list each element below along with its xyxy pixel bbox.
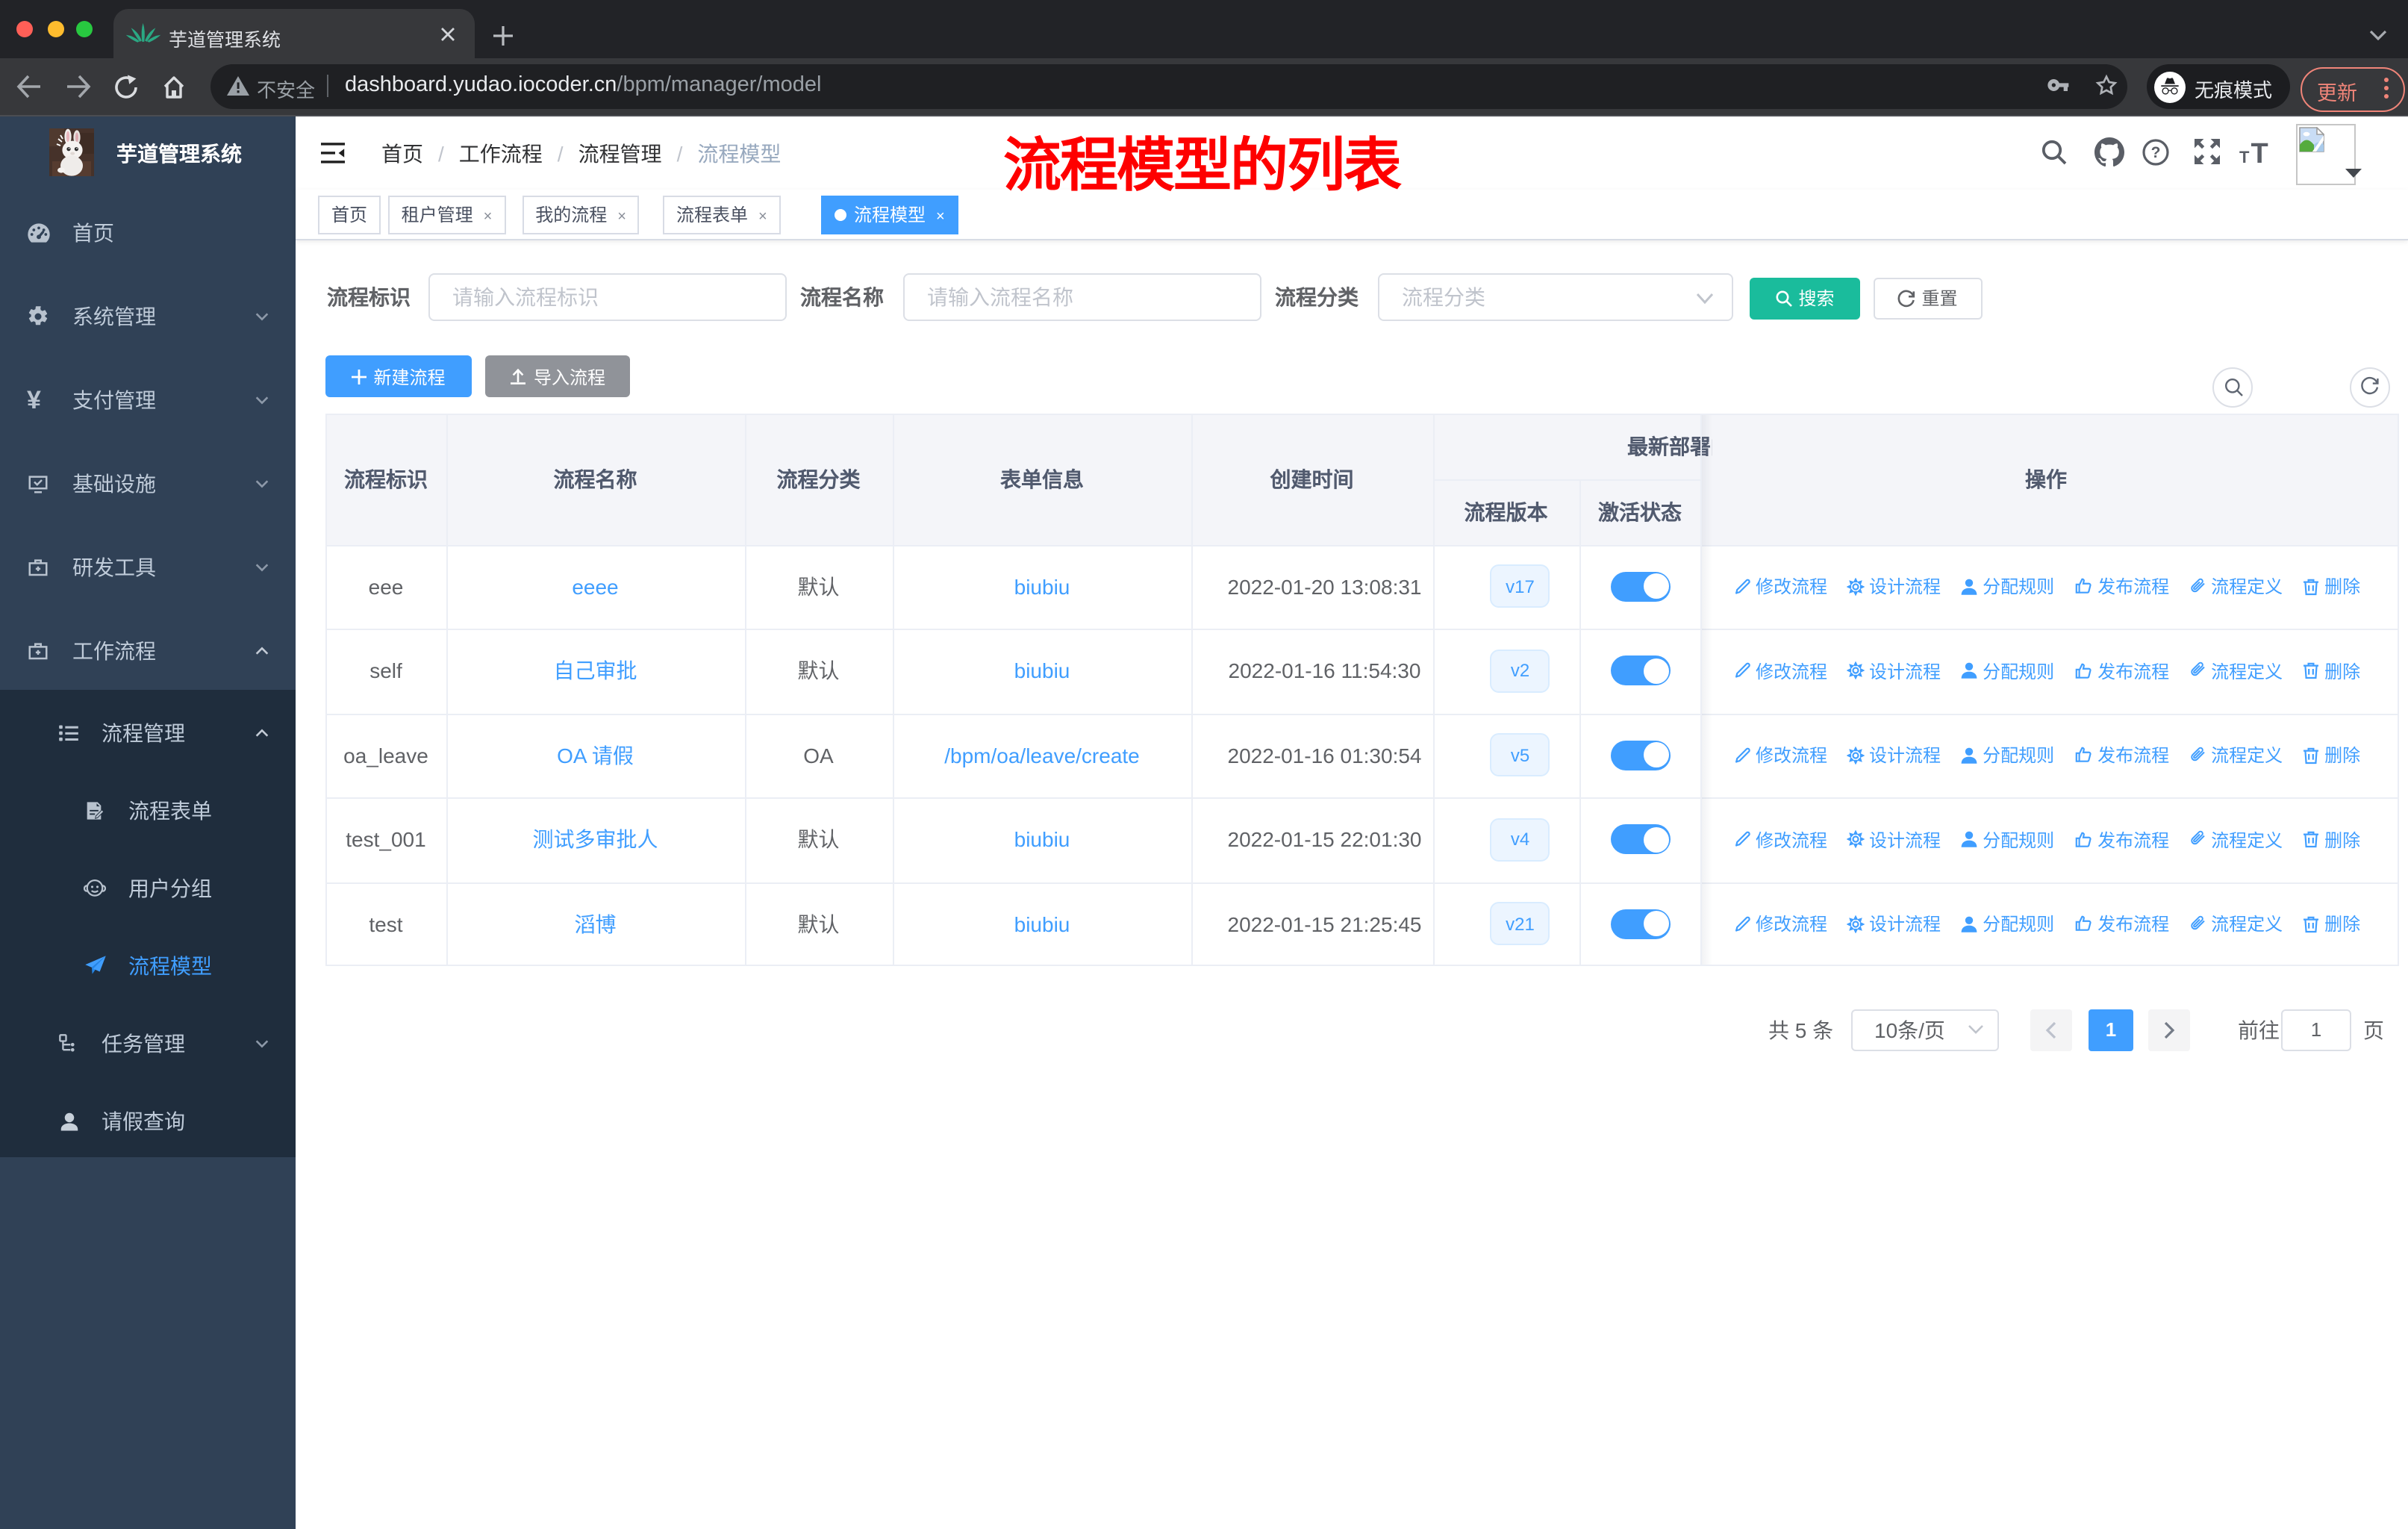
svg-text:?: ? — [2151, 143, 2161, 161]
